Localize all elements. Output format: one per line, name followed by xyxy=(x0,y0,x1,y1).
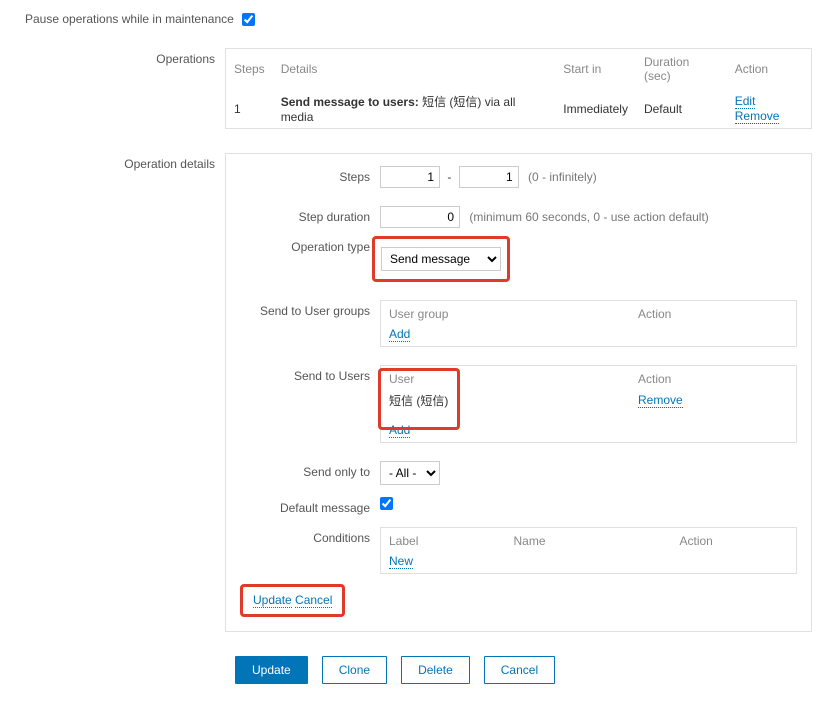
send-to-groups-label: Send to User groups xyxy=(240,300,380,318)
default-message-row: Default message xyxy=(240,497,797,515)
step-duration-hint: (minimum 60 seconds, 0 - use action defa… xyxy=(469,210,708,224)
steps-from-input[interactable] xyxy=(380,166,440,188)
op-details: Send message to users: 短信 (短信) via all m… xyxy=(273,89,556,128)
user-groups-table: User group Action Add xyxy=(381,301,796,346)
op-start: Immediately xyxy=(555,89,636,128)
users-table-row: 短信 (短信) Remove xyxy=(381,388,796,413)
step-duration-row: Step duration (minimum 60 seconds, 0 - u… xyxy=(240,206,797,228)
send-to-users-row: Send to Users User Action 短信 (短信) Rem xyxy=(240,365,797,443)
user-groups-col-action: Action xyxy=(630,301,796,323)
user-groups-col-group: User group xyxy=(381,301,630,323)
step-duration-label: Step duration xyxy=(240,206,380,224)
default-message-label: Default message xyxy=(240,497,380,515)
operations-table-row: 1 Send message to users: 短信 (短信) via all… xyxy=(226,89,811,128)
op-details-prefix: Send message to users: xyxy=(281,95,419,109)
operations-col-duration: Duration (sec) xyxy=(636,49,727,89)
users-col-action: Action xyxy=(630,366,796,388)
op-edit-link[interactable]: Edit xyxy=(735,94,756,109)
operations-row: Operations Steps Details Start in Durati… xyxy=(25,48,812,129)
operations-table: Steps Details Start in Duration (sec) Ac… xyxy=(226,49,811,128)
send-only-to-row: Send only to - All - xyxy=(240,461,797,485)
users-box: User Action 短信 (短信) Remove Add xyxy=(380,365,797,443)
steps-row: Steps - (0 - infinitely) xyxy=(240,166,797,188)
inline-cancel-link[interactable]: Cancel xyxy=(295,593,332,608)
conditions-label: Conditions xyxy=(240,527,380,545)
operation-type-label: Operation type xyxy=(240,236,380,254)
operation-details-row: Operation details Steps - (0 - infinitel… xyxy=(25,153,812,632)
steps-dash: - xyxy=(447,170,451,184)
operations-col-action: Action xyxy=(727,49,811,89)
footer-buttons: Update Clone Delete Cancel xyxy=(235,656,812,684)
inline-actions-row: Update Cancel xyxy=(240,584,797,617)
operation-type-row: Operation type Send message xyxy=(240,236,797,282)
conditions-col-label: Label xyxy=(381,528,506,550)
inline-actions-highlight: Update Cancel xyxy=(240,584,345,617)
inline-update-link[interactable]: Update xyxy=(253,593,292,608)
conditions-box: Label Name Action New xyxy=(380,527,797,574)
operation-type-highlight: Send message xyxy=(372,236,510,282)
users-table: User Action 短信 (短信) Remove Add xyxy=(381,366,796,442)
op-duration: Default xyxy=(636,89,727,128)
operation-details-box: Steps - (0 - infinitely) Step duration (… xyxy=(225,153,812,632)
operations-table-wrap: Steps Details Start in Duration (sec) Ac… xyxy=(225,48,812,129)
pause-operations-label: Pause operations while in maintenance xyxy=(25,12,234,26)
operations-label: Operations xyxy=(25,48,225,66)
clone-button[interactable]: Clone xyxy=(322,656,387,684)
cancel-button[interactable]: Cancel xyxy=(484,656,555,684)
steps-to-input[interactable] xyxy=(459,166,519,188)
operations-col-details: Details xyxy=(273,49,556,89)
users-remove-link[interactable]: Remove xyxy=(638,393,683,408)
conditions-table: Label Name Action New xyxy=(381,528,796,573)
send-to-groups-row: Send to User groups User group Action Ad… xyxy=(240,300,797,347)
default-message-checkbox[interactable] xyxy=(380,497,393,510)
delete-button[interactable]: Delete xyxy=(401,656,470,684)
op-remove-link[interactable]: Remove xyxy=(735,109,780,124)
op-actions: Edit Remove xyxy=(727,89,811,128)
users-add-link[interactable]: Add xyxy=(389,423,410,438)
pause-operations-row: Pause operations while in maintenance xyxy=(25,12,812,26)
operation-type-select[interactable]: Send message xyxy=(381,247,501,271)
step-duration-input[interactable] xyxy=(380,206,460,228)
conditions-row: Conditions Label Name Action New xyxy=(240,527,797,574)
operations-col-start: Start in xyxy=(555,49,636,89)
operations-col-steps: Steps xyxy=(226,49,273,89)
steps-hint: (0 - infinitely) xyxy=(528,170,597,184)
update-button[interactable]: Update xyxy=(235,656,308,684)
steps-label: Steps xyxy=(240,166,380,184)
user-groups-box: User group Action Add xyxy=(380,300,797,347)
users-col-user: User xyxy=(381,366,630,388)
conditions-col-name: Name xyxy=(506,528,672,550)
send-to-users-label: Send to Users xyxy=(240,365,380,383)
operation-details-label: Operation details xyxy=(25,153,225,171)
conditions-new-link[interactable]: New xyxy=(389,554,413,569)
conditions-col-action: Action xyxy=(672,528,797,550)
send-only-to-select[interactable]: - All - xyxy=(380,461,440,485)
op-step-num: 1 xyxy=(226,89,273,128)
user-groups-add-link[interactable]: Add xyxy=(389,327,410,342)
users-user-cell: 短信 (短信) xyxy=(381,388,630,413)
send-only-to-label: Send only to xyxy=(240,461,380,479)
pause-operations-checkbox[interactable] xyxy=(242,13,255,26)
